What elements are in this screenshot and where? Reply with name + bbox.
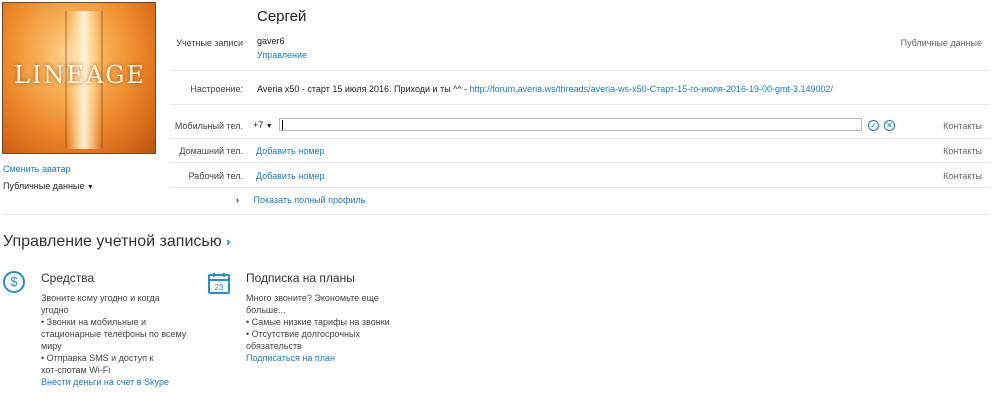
divider xyxy=(170,104,990,105)
account-management-heading[interactable]: Управление учетной записью › xyxy=(3,233,231,251)
funds-description: Звоните кому угодно и когда угодно • Зво… xyxy=(41,292,201,388)
divider xyxy=(170,70,990,71)
funds-line: • Отправка SMS и доступ к xyxy=(41,353,154,363)
subscription-line: больше... xyxy=(246,305,286,315)
subscription-line: • Самые низкие тарифы на звонки xyxy=(246,317,390,327)
mobile-phone-label: Мобильный тел. xyxy=(174,121,243,131)
subscription-title: Подписка на планы xyxy=(246,271,355,285)
calendar-day: 23 xyxy=(215,283,224,292)
section-divider xyxy=(3,214,990,215)
mood-label: Настроение: xyxy=(190,84,243,94)
funds-line: угодно xyxy=(41,305,69,315)
country-code: +7 xyxy=(253,120,264,130)
show-full-profile-toggle[interactable]: › Показать полный профиль xyxy=(236,195,365,205)
manage-accounts-link[interactable]: Управление xyxy=(257,50,307,60)
subscription-line: Много звоните? Экономьте еще xyxy=(246,293,379,303)
public-data-label: Публичные данные xyxy=(3,181,85,191)
mood-text: Averia x50 - старт 15 июля 2016. Приходи… xyxy=(257,84,470,94)
calendar-icon: 23 xyxy=(207,271,231,295)
profile-name: Сергей xyxy=(257,8,307,25)
change-avatar-link[interactable]: Сменить аватар xyxy=(3,164,71,174)
funds-line: стационарные телефоны по всему xyxy=(41,329,187,339)
chevron-right-icon: › xyxy=(236,195,239,205)
chevron-down-icon: ▼ xyxy=(86,184,94,191)
mood-text-row: Averia x50 - старт 15 июля 2016. Приходи… xyxy=(257,84,833,94)
divider xyxy=(170,187,990,188)
mobile-visibility: Контакты xyxy=(943,121,982,131)
home-phone-label: Домашний тел. xyxy=(179,146,243,156)
funds-title: Средства xyxy=(41,271,95,285)
work-phone-label: Рабочий тел. xyxy=(188,171,243,181)
show-full-profile-link[interactable]: Показать полный профиль xyxy=(254,195,366,205)
add-work-phone-link[interactable]: Добавить номер xyxy=(256,171,324,181)
work-visibility: Контакты xyxy=(943,171,982,181)
add-funds-link[interactable]: Внести деньги на счет в Skype xyxy=(41,377,169,387)
subscription-line: обязательств xyxy=(246,341,302,351)
subscription-description: Много звоните? Экономьте еще больше... •… xyxy=(246,292,416,364)
mood-link[interactable]: http://forum.averia.ws/threads/averia-ws… xyxy=(470,84,833,94)
accounts-visibility: Публичные данные xyxy=(900,38,982,48)
funds-line: хот-спотам Wi-Fi xyxy=(41,365,111,375)
subscription-line: • Отсутствие долгосрочных xyxy=(246,329,360,339)
dollar-icon: $ xyxy=(3,271,25,293)
text-caret xyxy=(282,120,283,130)
divider xyxy=(170,138,990,139)
subscribe-plan-link[interactable]: Подписаться на план xyxy=(246,353,335,363)
add-home-phone-link[interactable]: Добавить номер xyxy=(256,146,324,156)
avatar[interactable]: LINEAGE xyxy=(2,2,156,154)
chevron-right-icon: › xyxy=(226,234,231,249)
divider xyxy=(170,162,990,163)
accounts-value: gaver6 xyxy=(257,36,285,46)
funds-line: • Звонки на мобильные и xyxy=(41,317,146,327)
funds-line: Звоните кому угодно и когда xyxy=(41,293,160,303)
funds-line: миру xyxy=(41,341,62,351)
public-data-dropdown[interactable]: Публичные данные ▼ xyxy=(3,181,94,191)
chevron-down-icon: ▼ xyxy=(265,123,273,130)
country-code-dropdown[interactable]: +7 ▼ xyxy=(253,120,273,130)
account-management-title: Управление учетной записью xyxy=(3,233,222,250)
mobile-phone-input[interactable] xyxy=(279,118,862,131)
home-visibility: Контакты xyxy=(943,146,982,156)
accounts-label: Учетные записи xyxy=(176,38,243,48)
